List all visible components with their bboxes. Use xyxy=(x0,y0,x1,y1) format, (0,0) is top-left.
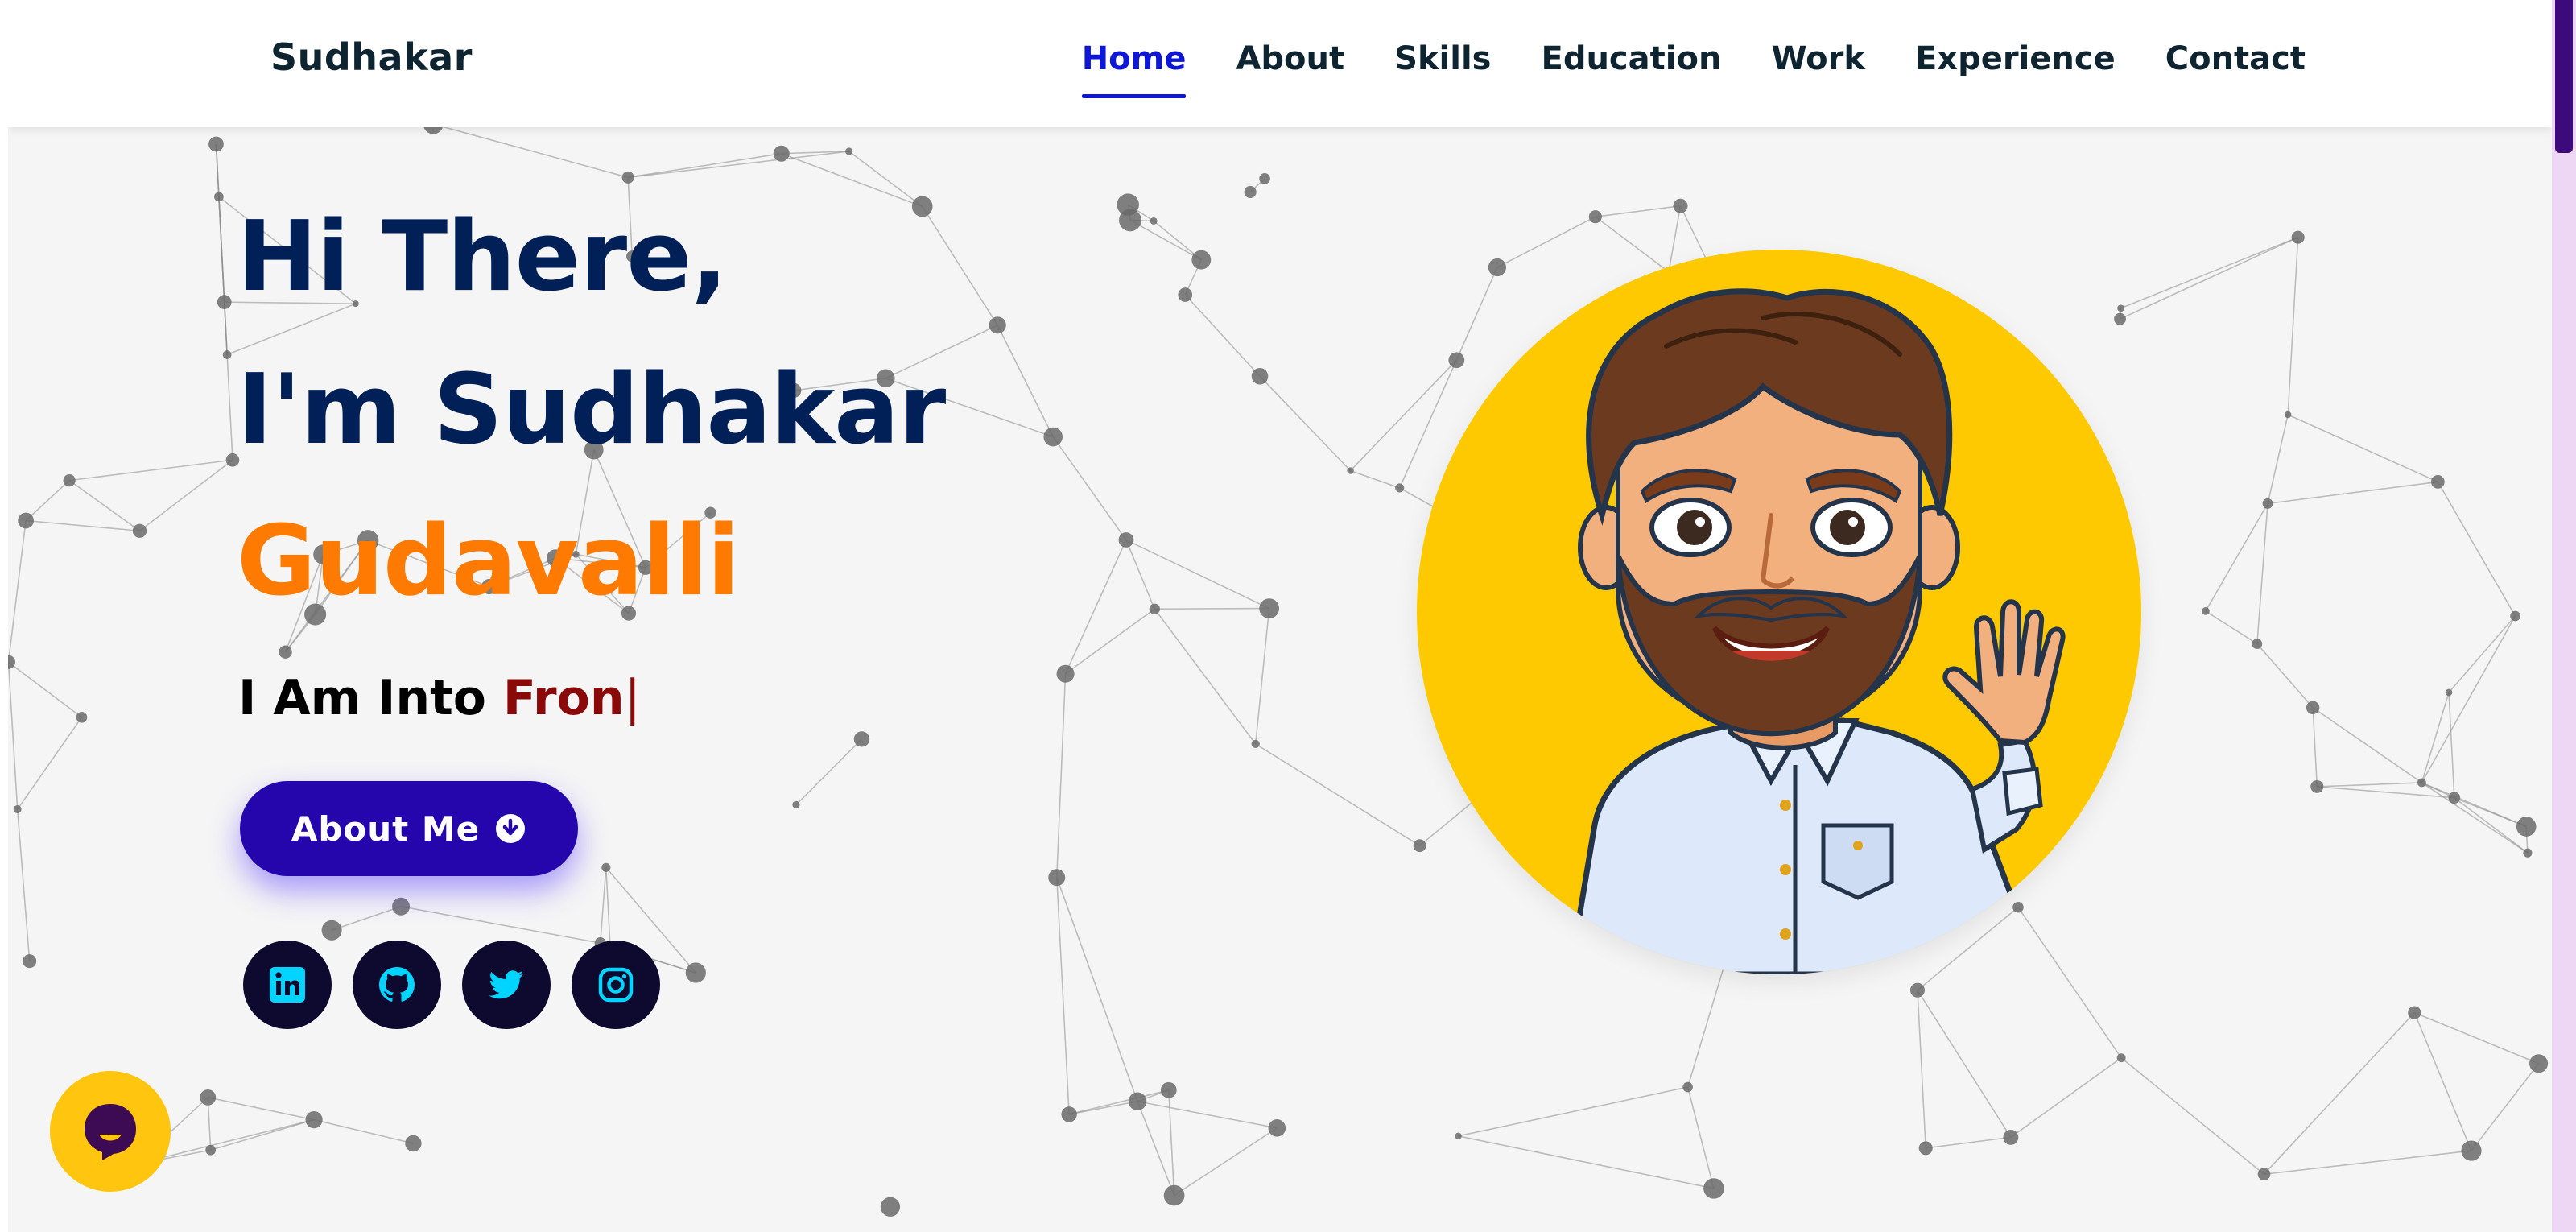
linkedin-icon xyxy=(270,967,305,1003)
hero-last-name: Gudavalli xyxy=(237,506,740,618)
typing-cursor: | xyxy=(624,670,641,726)
site-header: Sudhakar Home About Skills Education Wor… xyxy=(8,0,2552,127)
twitter-icon xyxy=(489,970,523,999)
nav-experience[interactable]: Experience xyxy=(1915,40,2116,77)
instagram-link[interactable] xyxy=(572,941,660,1029)
brand-logo[interactable]: Sudhakar xyxy=(270,35,473,79)
chat-bubble-icon xyxy=(85,1104,136,1160)
hero-intro: I'm Sudhakar xyxy=(237,354,946,466)
github-icon xyxy=(379,967,415,1002)
chat-widget-button[interactable] xyxy=(50,1071,171,1192)
github-link[interactable] xyxy=(353,941,441,1029)
nav-home[interactable]: Home xyxy=(1081,40,1186,98)
about-me-label: About Me xyxy=(291,808,481,849)
nav-skills[interactable]: Skills xyxy=(1394,40,1491,77)
nav-about[interactable]: About xyxy=(1236,40,1344,77)
linkedin-link[interactable] xyxy=(243,941,332,1029)
page-scrollbar[interactable] xyxy=(2552,0,2576,1232)
twitter-link[interactable] xyxy=(462,941,551,1029)
hero-greeting: Hi There, xyxy=(237,201,728,313)
social-links xyxy=(243,941,660,1029)
main-nav: Home About Skills Education Work Experie… xyxy=(1032,40,2306,98)
typing-text: I Am Into Fron| xyxy=(238,670,641,726)
typing-word: Fron xyxy=(502,670,625,726)
nav-contact[interactable]: Contact xyxy=(2165,40,2306,77)
instagram-icon xyxy=(598,967,634,1003)
bitmoji-avatar-image xyxy=(1567,288,2066,974)
about-me-button[interactable]: About Me xyxy=(240,781,578,876)
nav-education[interactable]: Education xyxy=(1542,40,1722,77)
profile-avatar xyxy=(1417,250,2141,974)
page: Sudhakar Home About Skills Education Wor… xyxy=(8,0,2552,1232)
arrow-circle-down-icon xyxy=(496,814,526,843)
typing-prefix: I Am Into xyxy=(238,670,503,726)
scrollbar-thumb[interactable] xyxy=(2555,0,2573,153)
nav-work[interactable]: Work xyxy=(1771,40,1865,77)
